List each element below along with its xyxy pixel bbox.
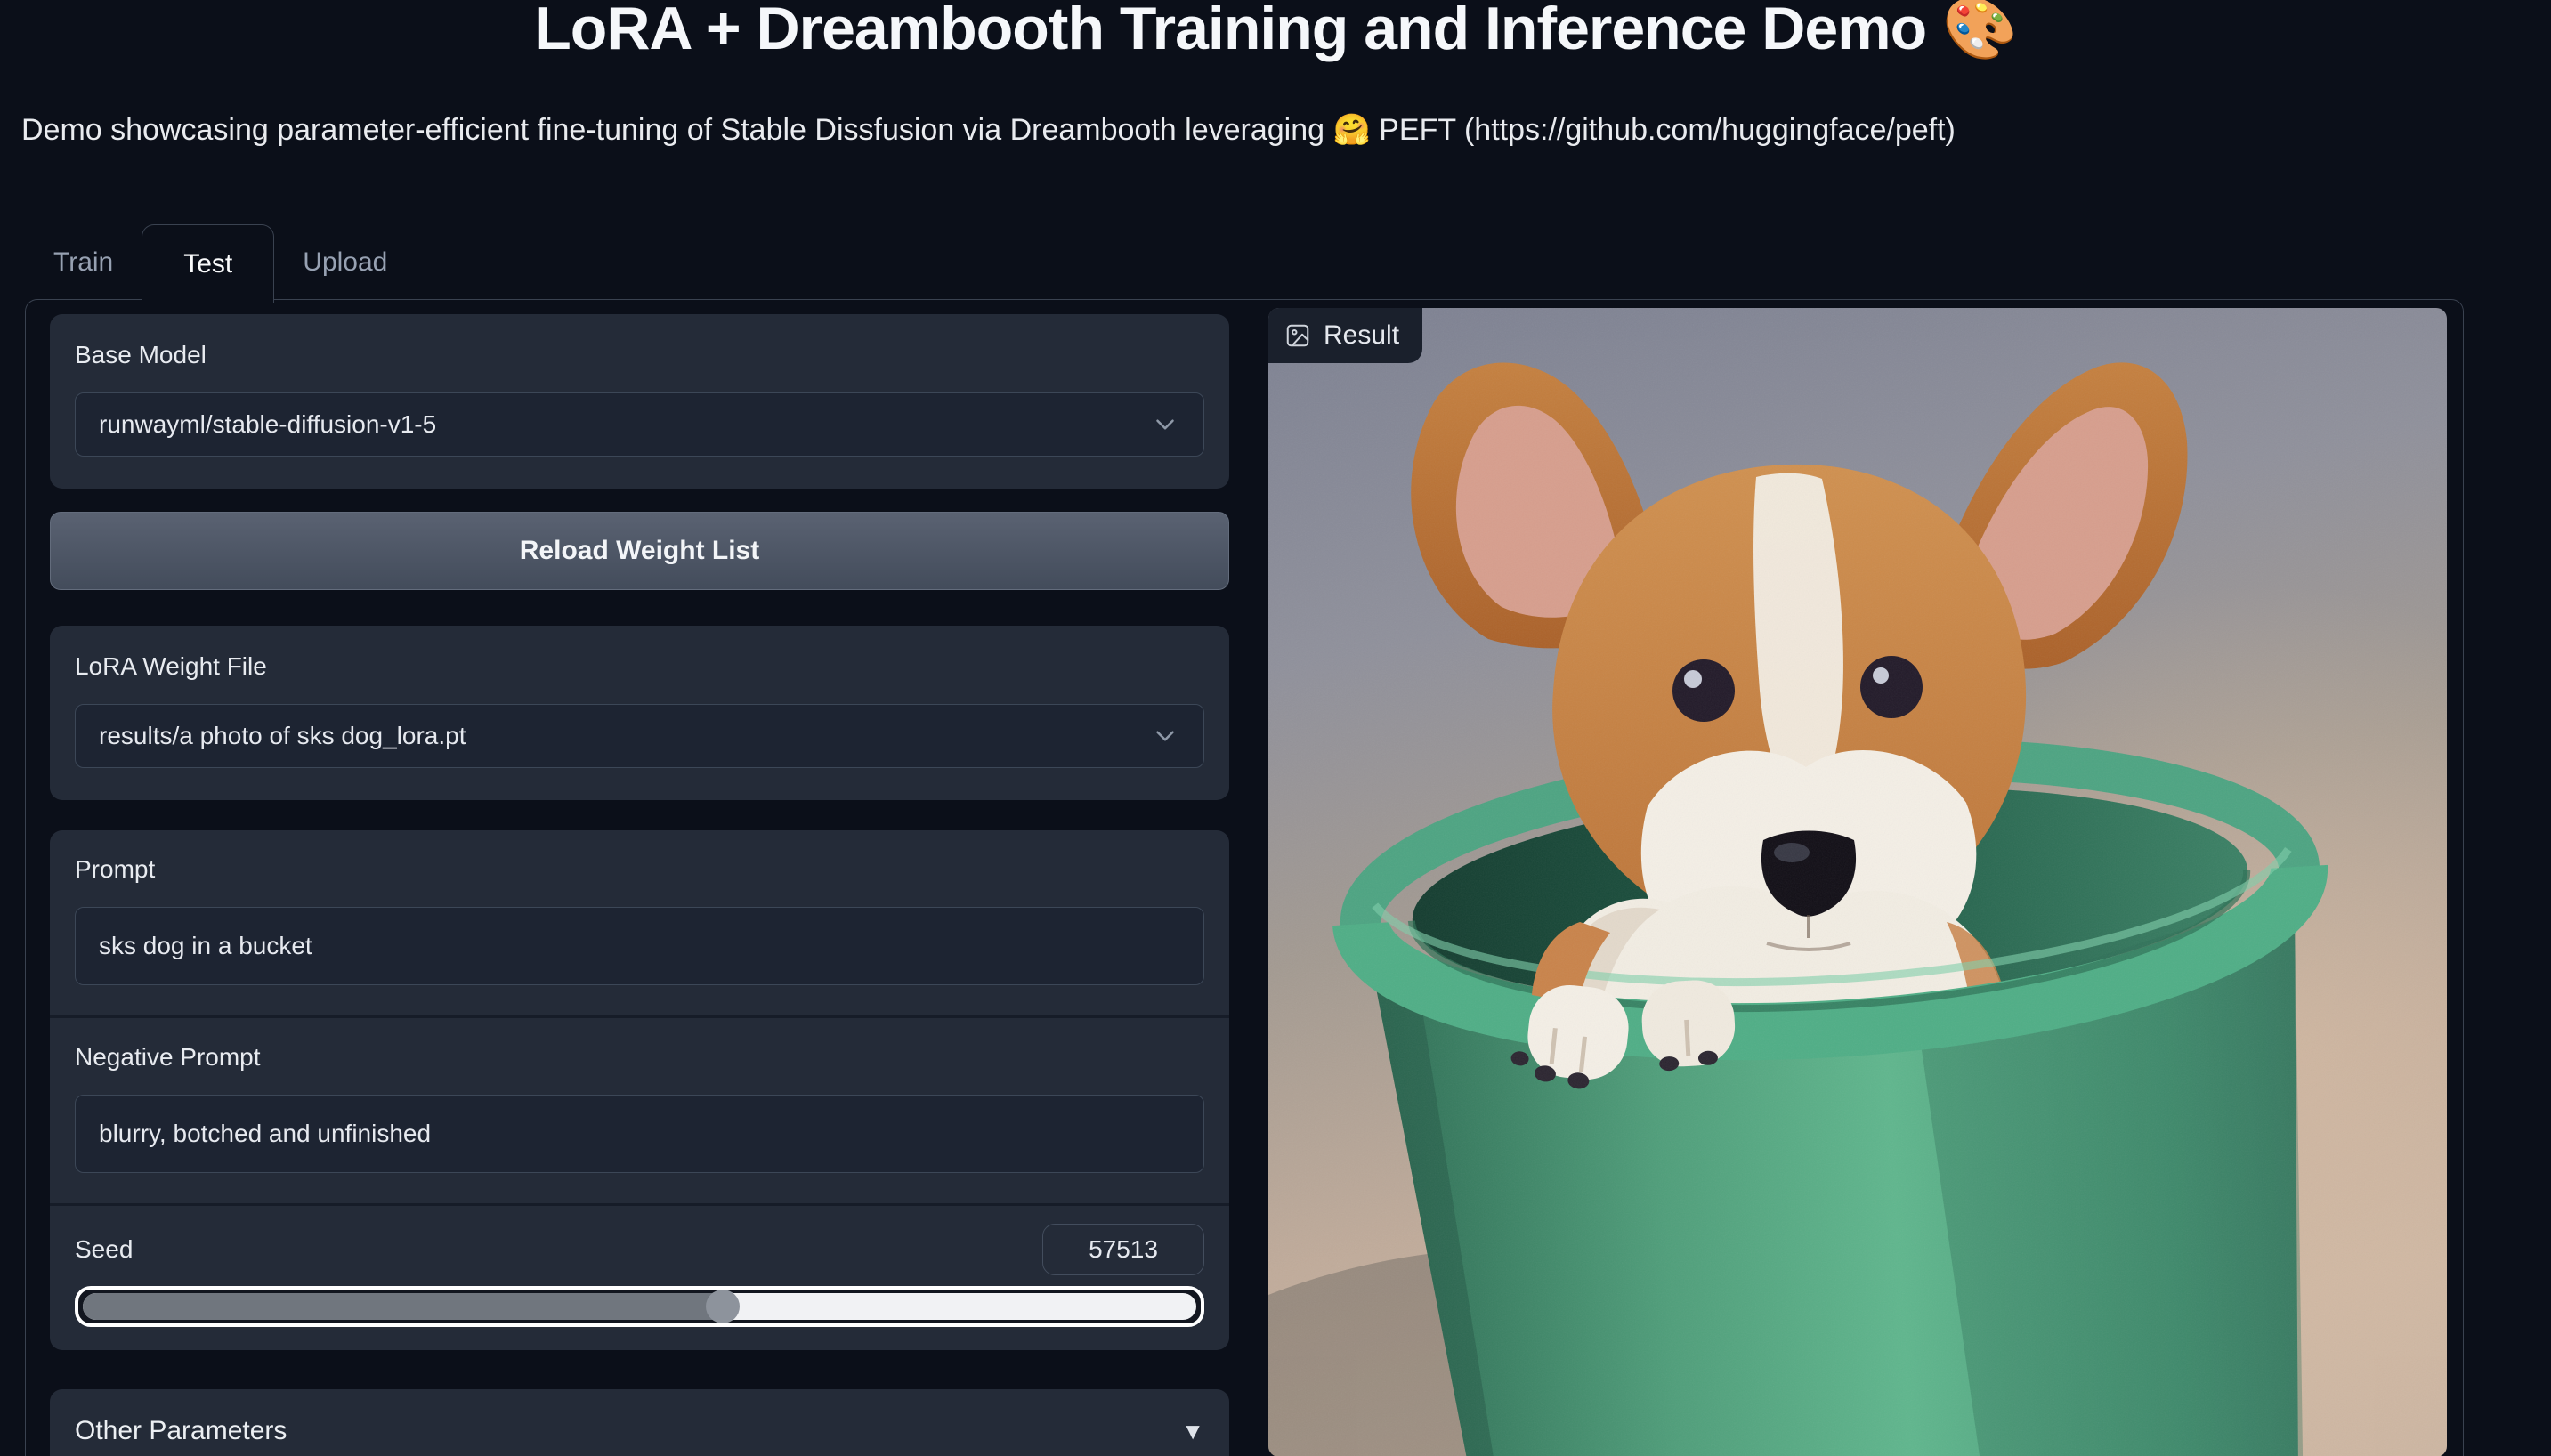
chevron-down-icon [1150, 409, 1180, 440]
seed-slider[interactable] [75, 1286, 1204, 1327]
seed-row: Seed [50, 1203, 1229, 1350]
other-parameters-header[interactable]: Other Parameters ▼ [75, 1416, 1204, 1446]
tab-test[interactable]: Test [142, 224, 274, 303]
chevron-down-icon [1150, 721, 1180, 751]
seed-head: Seed [75, 1224, 1204, 1275]
lora-weight-block: LoRA Weight File results/a photo of sks … [50, 626, 1229, 800]
form-column: Base Model runwayml/stable-diffusion-v1-… [50, 314, 1229, 1456]
base-model-block: Base Model runwayml/stable-diffusion-v1-… [50, 314, 1229, 489]
page-subtitle: Demo showcasing parameter-efficient fine… [21, 112, 1956, 148]
result-photo[interactable] [1268, 308, 2447, 1456]
result-badge: Result [1268, 308, 1422, 363]
seed-slider-fill [83, 1293, 723, 1320]
result-badge-label: Result [1324, 320, 1399, 351]
lora-weight-dropdown[interactable]: results/a photo of sks dog_lora.pt [75, 704, 1204, 768]
reload-weight-list-button[interactable]: Reload Weight List [50, 512, 1229, 590]
prompt-row: Prompt [50, 830, 1229, 1015]
seed-slider-track [83, 1293, 1196, 1320]
base-model-dropdown[interactable]: runwayml/stable-diffusion-v1-5 [75, 392, 1204, 457]
page-title: LoRA + Dreambooth Training and Inference… [0, 0, 2551, 64]
result-image-block: Result [1268, 308, 2447, 1456]
prompt-label: Prompt [75, 855, 1204, 884]
tab-train[interactable]: Train [25, 224, 142, 301]
negative-prompt-label: Negative Prompt [75, 1043, 1204, 1072]
negative-prompt-input[interactable] [75, 1095, 1204, 1173]
lora-weight-value: results/a photo of sks dog_lora.pt [99, 722, 1150, 750]
base-model-label: Base Model [75, 341, 1204, 369]
seed-number-input[interactable] [1042, 1224, 1204, 1275]
app-root: LoRA + Dreambooth Training and Inference… [0, 0, 2551, 1456]
seed-label: Seed [75, 1235, 133, 1264]
seed-slider-thumb[interactable] [706, 1290, 740, 1323]
tab-upload[interactable]: Upload [274, 224, 416, 301]
accordion-arrow-icon: ▼ [1181, 1418, 1204, 1445]
image-icon [1284, 322, 1311, 349]
lora-weight-label: LoRA Weight File [75, 652, 1204, 681]
test-tab-panel: Base Model runwayml/stable-diffusion-v1-… [25, 299, 2464, 1456]
other-parameters-label: Other Parameters [75, 1416, 287, 1446]
other-parameters-accordion: Other Parameters ▼ [50, 1389, 1229, 1456]
prompt-input[interactable] [75, 907, 1204, 985]
base-model-value: runwayml/stable-diffusion-v1-5 [99, 410, 1150, 439]
prompt-form: Prompt Negative Prompt Seed [50, 830, 1229, 1350]
tab-bar: Train Test Upload [25, 222, 416, 301]
negative-prompt-row: Negative Prompt [50, 1015, 1229, 1203]
